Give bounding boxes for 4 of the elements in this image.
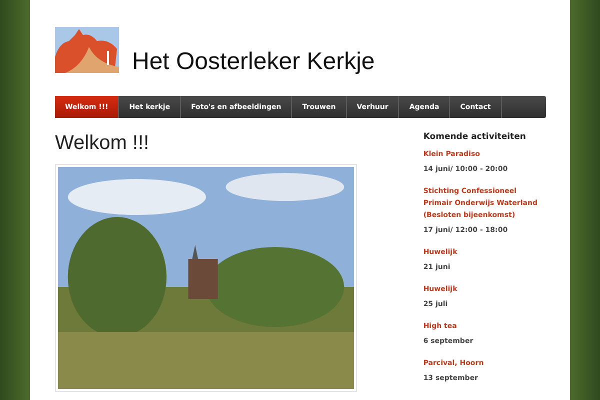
church-logo: [55, 27, 119, 73]
page-heading: Welkom !!!: [55, 132, 150, 154]
sidebar-heading: Komende activiteiten: [423, 132, 527, 142]
site-title: Het Oosterleker Kerkje: [132, 47, 375, 77]
